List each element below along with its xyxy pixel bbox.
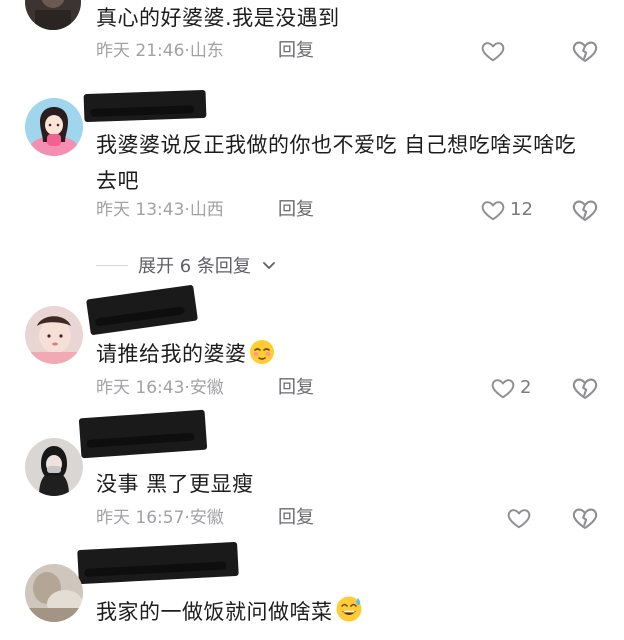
- dislike-button[interactable]: [571, 504, 599, 532]
- heart-icon: [481, 42, 505, 62]
- broken-heart-icon: [572, 200, 598, 221]
- comment-time: 昨天 13:43: [96, 200, 185, 220]
- divider: [96, 264, 128, 266]
- like-button[interactable]: [506, 504, 532, 532]
- comment-list: 真心的好婆婆.我是没遇到 昨天 21:46·山东 回复 我婆婆说反正我做的你也不…: [0, 0, 624, 640]
- redacted-username: [86, 284, 198, 336]
- comment-meta: 昨天 21:46·山东 回复: [96, 38, 314, 64]
- avatar[interactable]: [25, 564, 83, 622]
- heart-icon: [491, 379, 515, 399]
- reply-button[interactable]: 回复: [278, 375, 314, 401]
- dislike-button[interactable]: [571, 196, 599, 224]
- comment-location: 山西: [189, 200, 224, 220]
- like-button[interactable]: 2: [490, 374, 531, 402]
- comment-text: 真心的好婆婆.我是没遇到: [96, 6, 340, 30]
- avatar[interactable]: [25, 438, 83, 496]
- comment-text: 我家的一做饭就问做啥菜: [96, 594, 596, 634]
- reply-button[interactable]: 回复: [278, 38, 314, 64]
- reply-button[interactable]: 回复: [278, 197, 314, 223]
- heart-icon: [481, 201, 505, 221]
- avatar[interactable]: [25, 98, 83, 156]
- reply-button[interactable]: 回复: [278, 505, 314, 531]
- comment-text: 请推给我的婆婆: [96, 336, 596, 376]
- avatar[interactable]: [25, 306, 83, 364]
- comment-meta: 昨天 16:57·安徽 回复: [96, 505, 314, 531]
- comment-location: 安徽: [189, 508, 224, 528]
- comment-time: 昨天 16:57: [96, 508, 185, 528]
- avatar[interactable]: [25, 0, 81, 30]
- expand-replies-label: 展开 6 条回复: [138, 256, 251, 277]
- like-count: 12: [510, 199, 533, 220]
- comment-location: 安徽: [189, 378, 224, 398]
- comment-meta: 昨天 13:43·山西 回复: [96, 197, 314, 223]
- comment-location: 山东: [189, 41, 224, 61]
- like-button[interactable]: [480, 37, 506, 65]
- comment-time: 昨天 21:46: [96, 41, 185, 61]
- comment-text: 我婆婆说反正我做的你也不爱吃 自己想吃啥买啥吃去吧: [96, 133, 577, 193]
- dislike-button[interactable]: [571, 37, 599, 65]
- heart-icon: [507, 509, 531, 529]
- comment-text: 没事 黑了更显瘦: [96, 472, 254, 496]
- redacted-username: [78, 409, 208, 459]
- like-count: 2: [520, 377, 532, 398]
- broken-heart-icon: [572, 378, 598, 399]
- relieved-face-emoji: [249, 339, 275, 376]
- dislike-button[interactable]: [571, 374, 599, 402]
- expand-replies-button[interactable]: 展开 6 条回复: [96, 252, 277, 278]
- chevron-down-icon: [263, 262, 275, 269]
- sweat-smile-emoji: [335, 595, 363, 634]
- redacted-username: [77, 541, 239, 585]
- broken-heart-icon: [572, 508, 598, 529]
- like-button[interactable]: 12: [480, 196, 533, 224]
- broken-heart-icon: [572, 41, 598, 62]
- redacted-username: [83, 89, 207, 123]
- comment-time: 昨天 16:43: [96, 378, 185, 398]
- comment-meta: 昨天 16:43·安徽 回复: [96, 375, 314, 401]
